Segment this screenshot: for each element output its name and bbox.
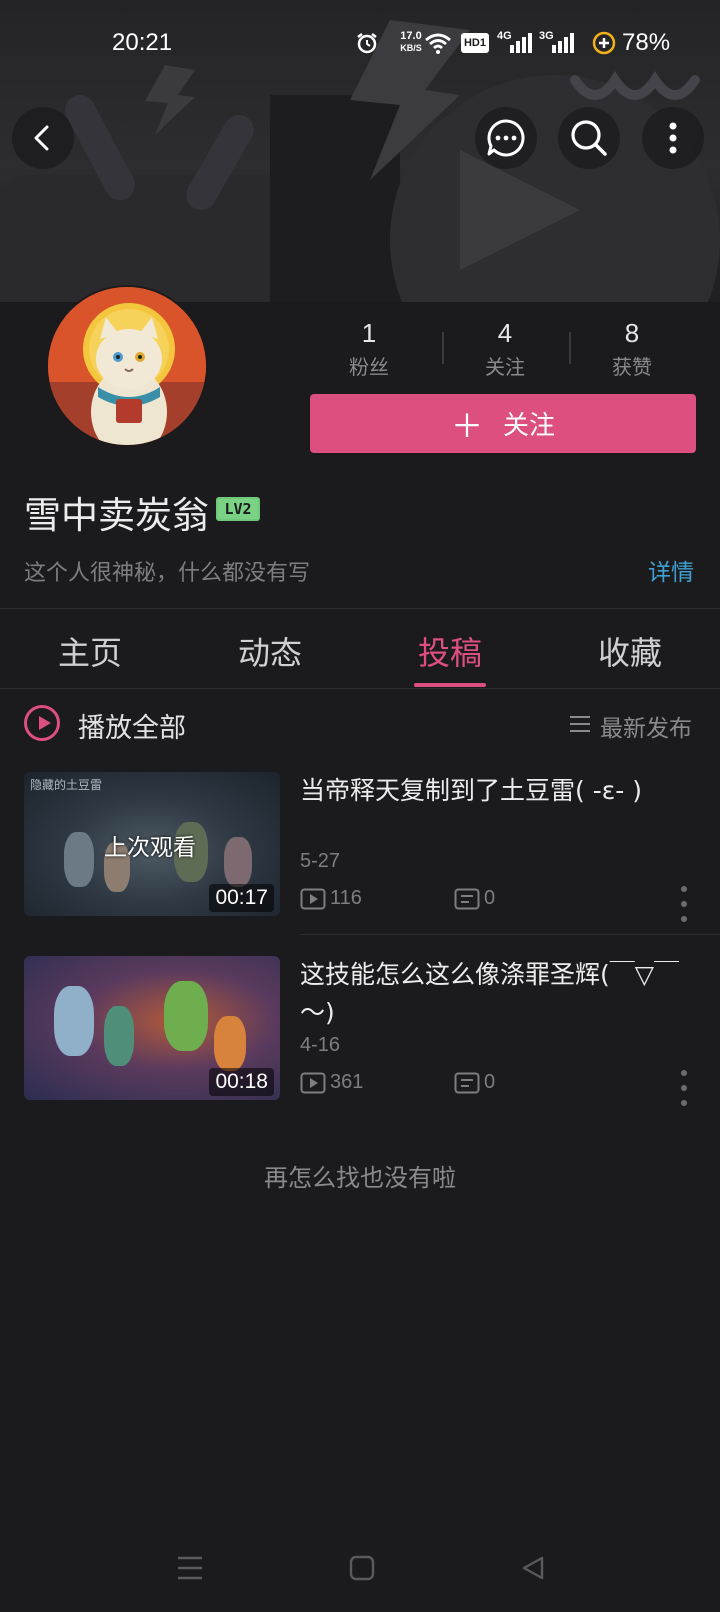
divider (0, 608, 720, 609)
back-arrow-icon (34, 125, 49, 151)
username: 雪中卖炭翁 (24, 494, 209, 537)
status-time: 20:21 (112, 29, 173, 56)
signal-icon (510, 33, 532, 53)
tab-indicator (414, 683, 486, 687)
tab-favorites[interactable]: 收藏 (540, 628, 720, 674)
more-vertical-icon[interactable] (676, 886, 692, 922)
back-button[interactable] (12, 107, 74, 169)
video-thumbnail[interactable]: 00:18 (24, 956, 280, 1100)
tab-activity[interactable]: 动态 (180, 628, 360, 674)
stat-fans[interactable]: 1 粉丝 (309, 318, 429, 380)
comment-icon (454, 1072, 480, 1093)
sort-list-icon[interactable] (570, 716, 590, 732)
more-button[interactable] (642, 107, 704, 169)
play-count-icon (300, 888, 326, 909)
message-button[interactable] (475, 107, 537, 169)
video-card[interactable]: 00:18 这技能怎么这么像涤罪圣辉(￣▽￣～) 4-16 361 0 (0, 956, 720, 1116)
video-title[interactable]: 这技能怎么这么像涤罪圣辉(￣▽￣～) (300, 956, 690, 1032)
signal-icon-2 (552, 33, 574, 53)
stat-divider (442, 332, 444, 364)
video-date: 5-27 (300, 850, 341, 872)
search-button[interactable] (558, 107, 620, 169)
comment-icon (454, 888, 480, 909)
stat-following[interactable]: 4 关注 (445, 318, 565, 380)
video-duration: 00:18 (209, 1068, 274, 1096)
bio: 这个人很神秘，什么都没有写 (24, 561, 311, 586)
more-vertical-icon[interactable] (676, 1070, 692, 1106)
level-badge: LV2 (216, 497, 260, 521)
view-count: 361 (300, 1071, 363, 1094)
divider (300, 934, 720, 935)
stat-divider (569, 332, 571, 364)
video-title[interactable]: 当帝释天复制到了土豆雷( ‑ɛ‑ ) (300, 772, 690, 810)
video-date: 4-16 (300, 1034, 341, 1056)
wifi-icon (425, 33, 451, 54)
play-circle-icon[interactable] (24, 705, 60, 741)
follow-label: 关注 (503, 411, 556, 441)
hd-voice-icon: HD1 (461, 33, 489, 53)
comment-count: 0 (454, 887, 495, 910)
video-duration: 00:17 (209, 884, 274, 912)
status-bar: 20:21 17.0 KB/S HD1 4G 3G 78% (0, 0, 720, 90)
sort-button[interactable]: 最新发布 (600, 709, 692, 743)
tab-home[interactable]: 主页 (0, 628, 180, 674)
back-triangle-icon[interactable] (520, 1555, 546, 1581)
battery-level: 78% (622, 29, 671, 56)
more-vertical-icon (669, 122, 677, 154)
details-link[interactable]: 详情 (648, 553, 694, 587)
end-of-list-message: 再怎么找也没有啦 (264, 1164, 456, 1192)
plus-icon: ＋ (450, 406, 483, 445)
search-icon (571, 120, 607, 156)
home-icon[interactable] (349, 1555, 375, 1581)
avatar[interactable] (46, 285, 208, 447)
play-count-icon (300, 1072, 326, 1093)
tab-uploads[interactable]: 投稿 (360, 628, 540, 674)
menu-icon[interactable] (176, 1555, 204, 1581)
comment-count: 0 (454, 1071, 495, 1094)
play-all-button[interactable]: 播放全部 (78, 706, 186, 745)
last-watched-label: 上次观看 (104, 835, 196, 861)
video-thumbnail[interactable]: 隐藏的土豆雷 上次观看 00:17 (24, 772, 280, 916)
alarm-icon (357, 33, 377, 54)
view-count: 116 (300, 887, 362, 910)
net-speed: 17.0 KB/S (400, 30, 422, 53)
stat-likes: 8 获赞 (612, 318, 652, 379)
message-icon (487, 119, 525, 157)
divider (0, 688, 720, 689)
thumbnail-caption: 隐藏的土豆雷 (30, 778, 103, 792)
video-card[interactable]: 隐藏的土豆雷 上次观看 00:17 当帝释天复制到了土豆雷( ‑ɛ‑ ) 5-2… (0, 772, 720, 932)
follow-button[interactable]: ＋ 关注 (310, 394, 696, 453)
battery-saver-icon (592, 31, 616, 55)
